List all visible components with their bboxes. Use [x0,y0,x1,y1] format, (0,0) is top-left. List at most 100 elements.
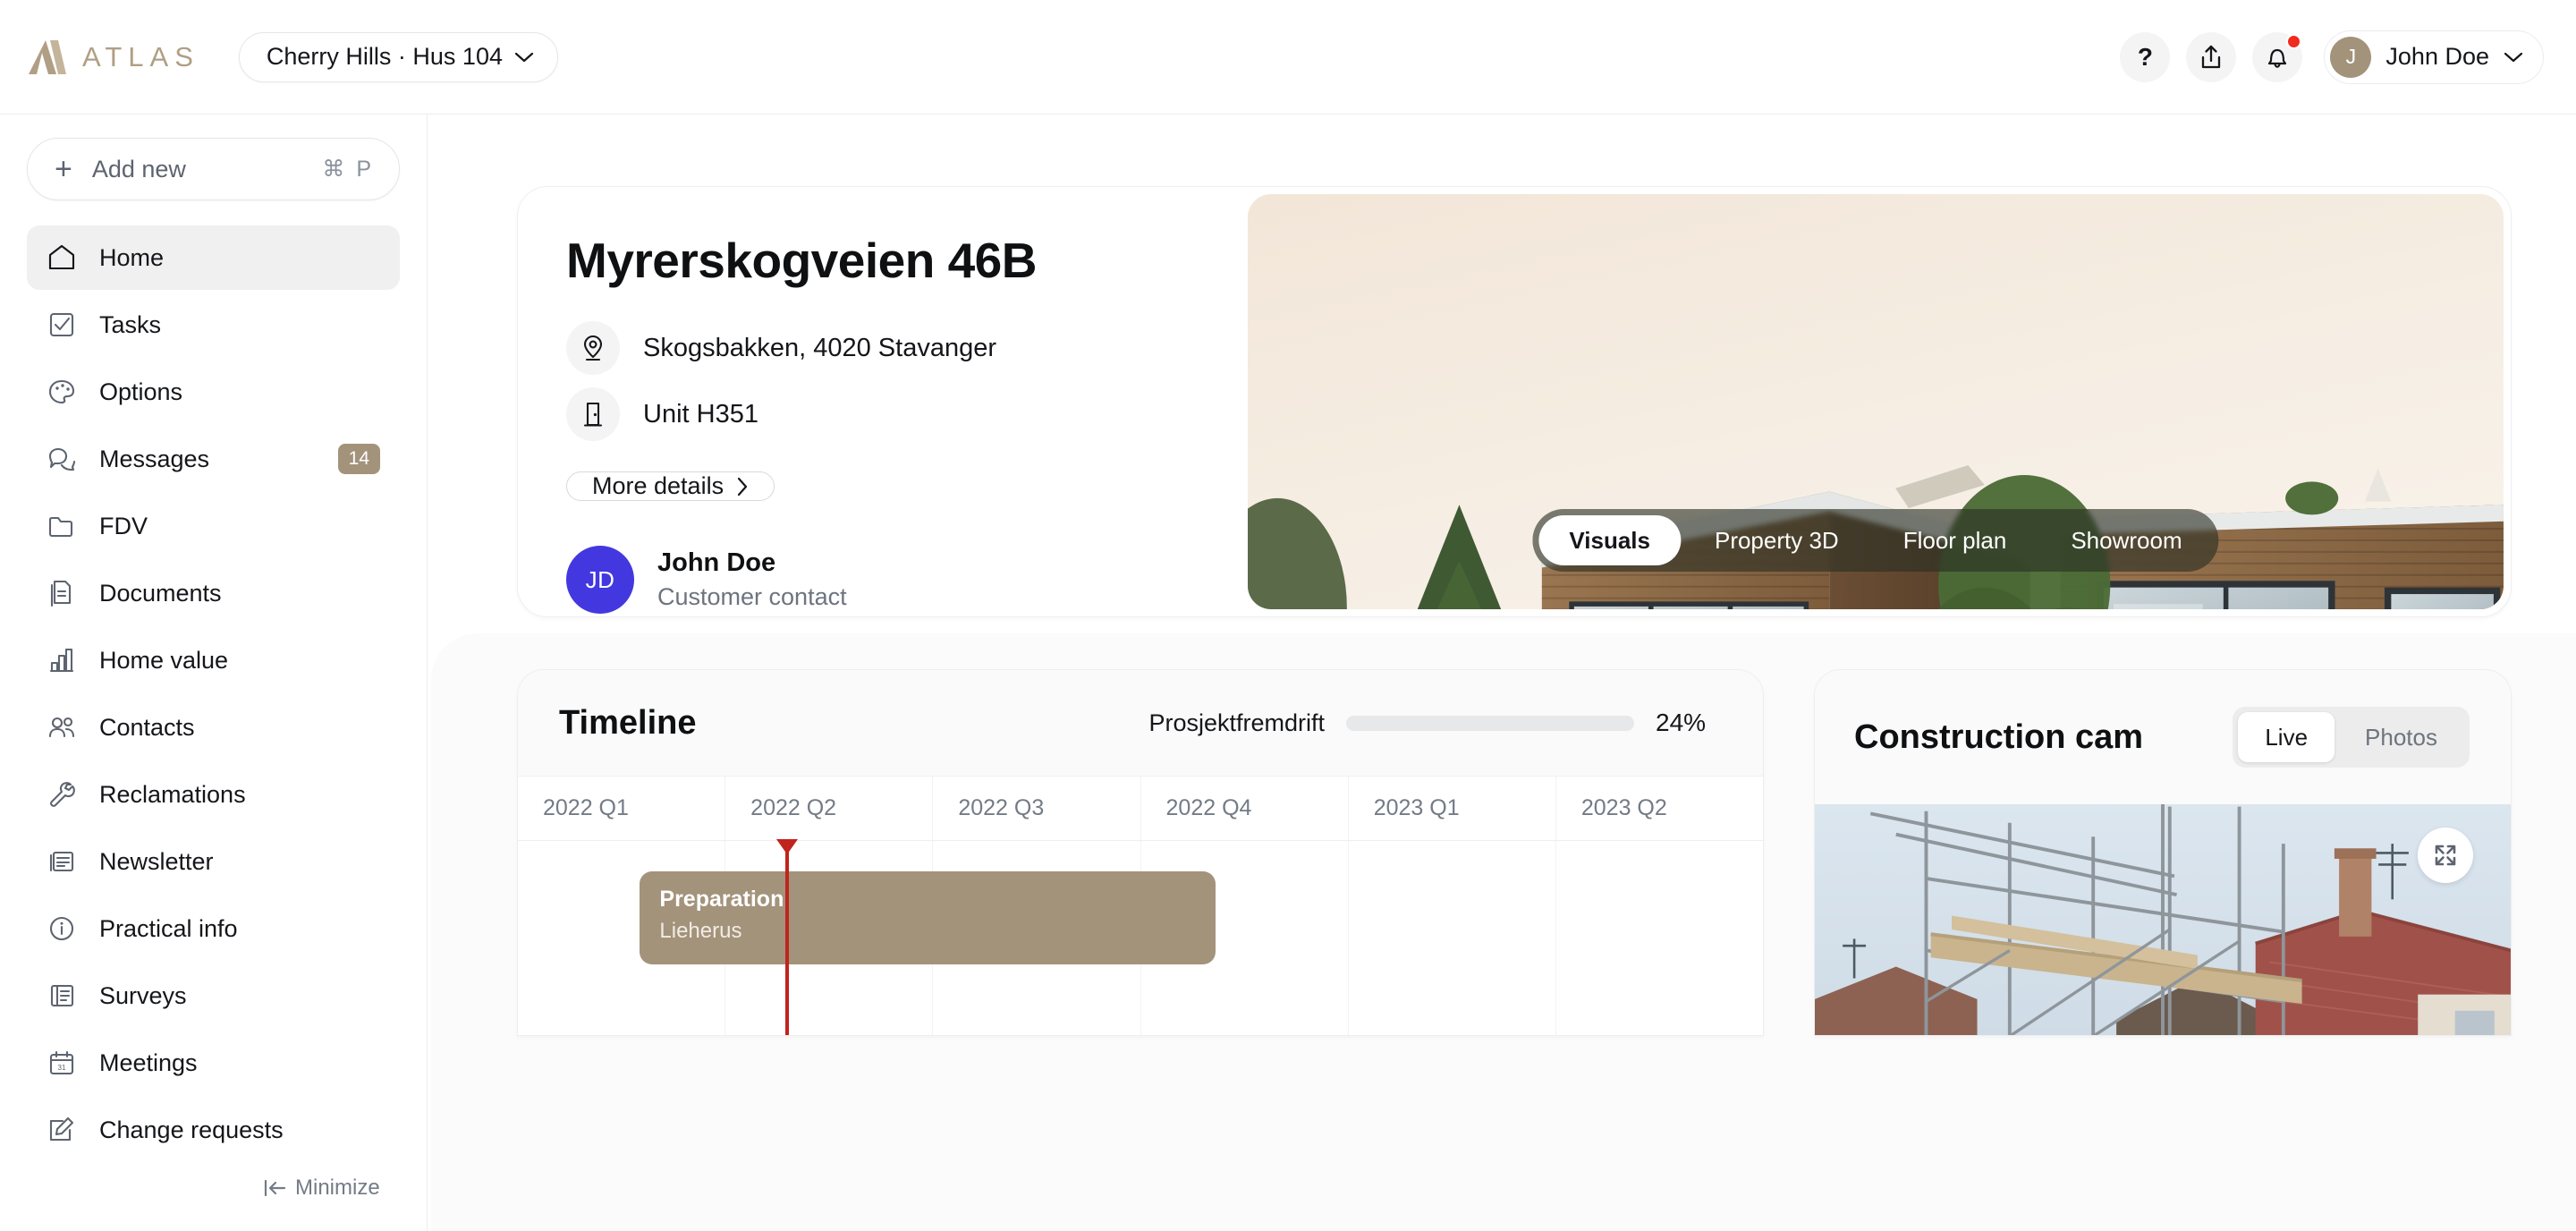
chat-bubbles-icon [47,444,77,474]
calendar-icon: 31 [49,1050,74,1075]
timeline-bar-title: Preparation [659,887,784,912]
sidebar-item-label: Practical info [99,914,238,942]
sidebar-item-contacts[interactable]: Contacts [27,695,400,760]
sidebar-item-label: Reclamations [99,780,246,808]
today-marker [776,839,799,1035]
info-circle-icon [49,916,74,941]
help-button[interactable]: ? [2120,31,2171,82]
user-name-label: John Doe [2385,43,2489,70]
sidebar-item-meetings[interactable]: 31 Meetings [27,1031,400,1095]
timeline-title: Timeline [559,703,697,742]
folder-icon [48,516,73,538]
sidebar-item-home-value[interactable]: Home value [27,628,400,692]
timeline-axis-label: 2022 Q4 [1141,777,1349,840]
property-meta: Skogsbakken, 4020 Stavanger Unit H351 [566,321,1221,441]
progress-percent: 24% [1656,709,1707,736]
palette-icon [48,379,75,404]
sidebar-item-reclamations[interactable]: Reclamations [27,762,400,827]
construction-cam-view [1815,804,2511,1035]
construction-cam-tabs: Live Photos [2233,707,2470,768]
people-icon [48,717,75,738]
sidebar-item-newsletter[interactable]: Newsletter [27,829,400,894]
content-area: Myrerskogveien 46B Skogsbakken, 4020 Sta… [428,115,2576,1036]
body-row: + Add new ⌘ P Home Tasks Options Messages 14… [0,115,2576,1231]
chevron-right-icon [737,477,748,496]
customer-contact[interactable]: JD John Doe Customer contact [566,546,1221,614]
bell-icon [2268,48,2287,68]
share-icon [2202,45,2221,68]
timeline-bar-subtitle: Lieherus [659,919,742,944]
folder-icon [47,511,77,541]
question-mark-icon: ? [2137,42,2153,71]
collapse-left-icon [264,1179,286,1197]
minimize-label: Minimize [295,1176,380,1200]
avatar: JD [566,546,634,614]
sidebar-item-label: Contacts [99,713,195,741]
property-address-row: Skogsbakken, 4020 Stavanger [566,321,1221,375]
newspaper-icon [49,851,74,872]
sidebar-item-tasks[interactable]: Tasks [27,293,400,357]
timeline-axis-label: 2023 Q2 [1580,795,1667,820]
media-tabs: Visuals Property 3D Floor plan Showroom [1532,509,2219,572]
property-unit-row: Unit H351 [566,387,1221,441]
timeline-header: Timeline Prosjektfremdrift 24% [518,670,1763,776]
add-new-shortcut: ⌘ P [322,157,374,182]
sidebar-item-label: Tasks [99,310,162,338]
media-tab-showroom[interactable]: Showroom [2040,515,2212,565]
project-selector[interactable]: Cherry Hills · Hus 104 [238,31,558,82]
sidebar-item-messages[interactable]: Messages 14 [27,427,400,491]
fullscreen-icon [2435,845,2456,866]
minimize-sidebar-button[interactable]: Minimize [259,1170,389,1206]
cam-tab-photos[interactable]: Photos [2338,712,2464,762]
share-button[interactable] [2186,31,2237,82]
media-tab-floor-plan[interactable]: Floor plan [1873,515,2038,565]
sidebar-item-options[interactable]: Options [27,360,400,424]
today-marker-arrow-icon [776,839,799,854]
brand-logo: ATLAS [27,38,199,76]
sidebar-item-change-requests[interactable]: Change requests [27,1098,400,1162]
timeline-grid[interactable]: Preparation Lieherus [518,839,1763,1035]
progress-label: Prosjektfremdrift [1148,709,1325,736]
plus-icon: + [55,152,72,186]
construction-cam-header: Construction cam Live Photos [1815,670,2511,804]
bar-chart-icon [47,645,77,675]
timeline-axis-label: 2022 Q1 [518,777,726,840]
construction-photo [1815,804,2511,1035]
sidebar-item-surveys[interactable]: Surveys [27,964,400,1028]
bar-chart-icon [49,648,74,673]
sidebar-item-label: Change requests [99,1116,284,1143]
home-icon [48,244,75,270]
documents-icon [50,580,72,607]
calendar-icon: 31 [47,1048,77,1078]
media-tab-property-3d[interactable]: Property 3D [1684,515,1869,565]
check-square-icon [49,312,74,337]
media-tab-visuals[interactable]: Visuals [1538,515,1681,565]
cam-tab-live[interactable]: Live [2238,712,2335,762]
contact-role: Customer contact [657,583,847,610]
project-selector-label: Cherry Hills · Hus 104 [266,43,503,70]
sidebar-item-practical-info[interactable]: Practical info [27,896,400,961]
property-unit: Unit H351 [643,399,758,429]
timeline-axis-label: 2022 Q3 [933,777,1141,840]
notification-badge-dot [2286,33,2302,49]
edit-square-icon [47,1115,77,1145]
add-new-button[interactable]: + Add new ⌘ P [27,138,400,200]
documents-icon [47,578,77,608]
top-actions: ? J John Doe [2120,30,2544,84]
fullscreen-button[interactable] [2418,828,2473,883]
sidebar-item-home[interactable]: Home [27,225,400,290]
timeline-progress: Prosjektfremdrift 24% [1148,709,1722,737]
sidebar-item-fdv[interactable]: FDV [27,494,400,558]
user-menu[interactable]: J John Doe [2324,30,2544,84]
chevron-down-icon [514,52,534,62]
timeline-card: Timeline Prosjektfremdrift 24% 2022 Q1 20… [517,669,1764,1036]
sidebar-item-documents[interactable]: Documents [27,561,400,625]
sidebar-item-badge: 14 [337,443,380,475]
notifications-button[interactable] [2252,31,2303,82]
sidebar-item-label: Options [99,378,183,405]
more-details-button[interactable]: More details [566,471,775,501]
sidebar-item-label: FDV [99,512,148,539]
timeline-bar[interactable]: Preparation Lieherus [640,871,1216,964]
sidebar: + Add new ⌘ P Home Tasks Options Messages 14… [0,115,428,1231]
svg-text:31: 31 [58,1064,66,1072]
